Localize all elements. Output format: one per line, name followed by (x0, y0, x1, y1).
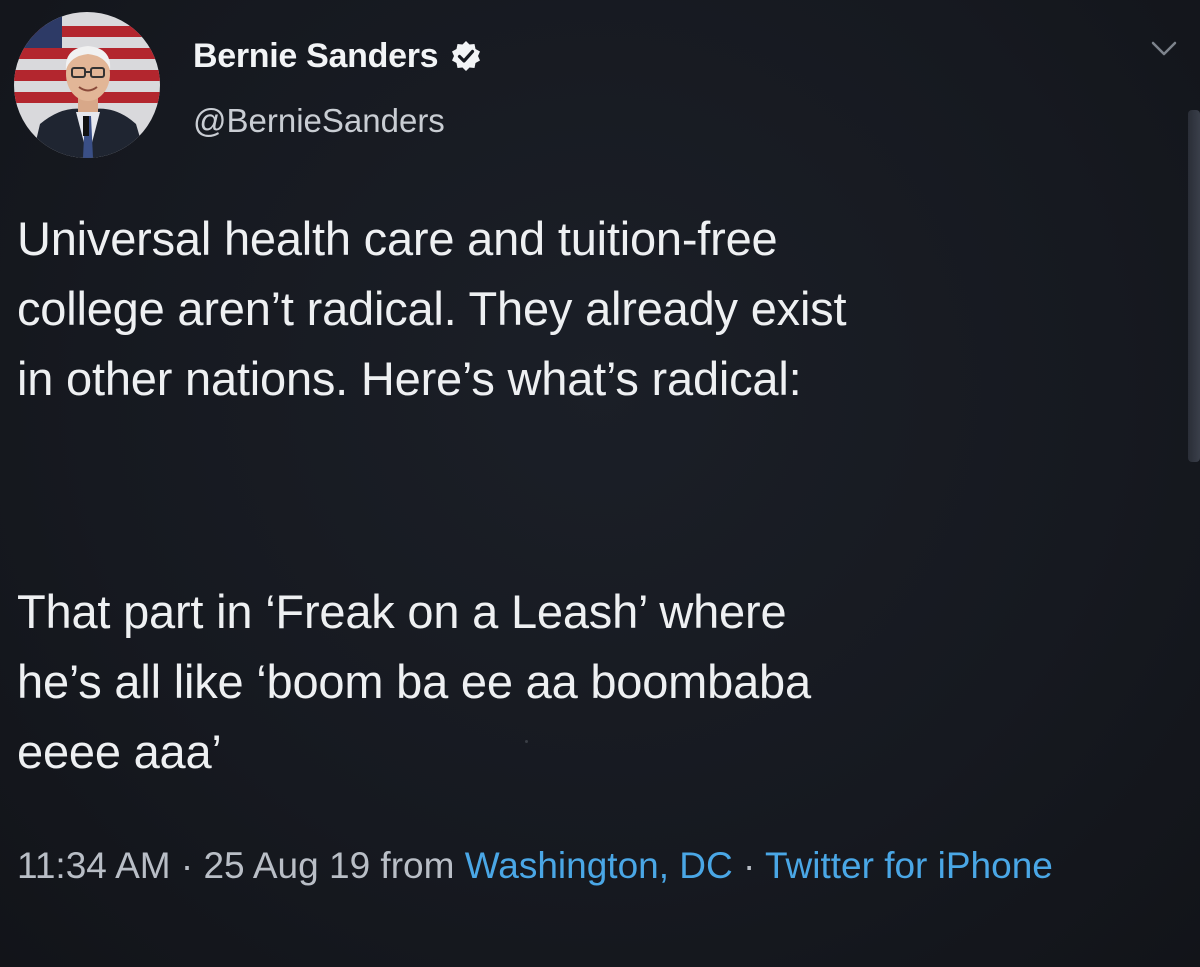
chevron-down-icon[interactable] (1150, 38, 1178, 60)
tweet-meta: 11:34 AM · 25 Aug 19 from Washington, DC… (17, 838, 1157, 893)
meta-separator: · (170, 845, 204, 886)
author-name-row[interactable]: Bernie Sanders (193, 34, 482, 78)
tweet-card: Bernie Sanders @BernieSanders Universal … (0, 0, 1200, 967)
source-link[interactable]: Twitter for iPhone (765, 845, 1053, 886)
display-name[interactable]: Bernie Sanders (193, 37, 439, 76)
tweet-time[interactable]: 11:34 AM (17, 845, 171, 886)
location-link[interactable]: Washington, DC (465, 845, 733, 886)
author-handle[interactable]: @BernieSanders (193, 102, 445, 140)
verified-badge-icon (450, 40, 482, 72)
tweet-text-paragraph-2: That part in ‘Freak on a Leash’ where he… (17, 585, 811, 778)
meta-from-word: from (370, 845, 465, 886)
tweet-date[interactable]: 25 Aug 19 (203, 845, 370, 886)
meta-separator-2: · (732, 845, 765, 886)
screen-speck (525, 740, 528, 743)
avatar[interactable] (14, 12, 160, 158)
tweet-text-paragraph-1: Universal health care and tuition-free c… (17, 212, 847, 405)
avatar-photo (14, 12, 160, 158)
scrollbar[interactable] (1188, 110, 1200, 462)
